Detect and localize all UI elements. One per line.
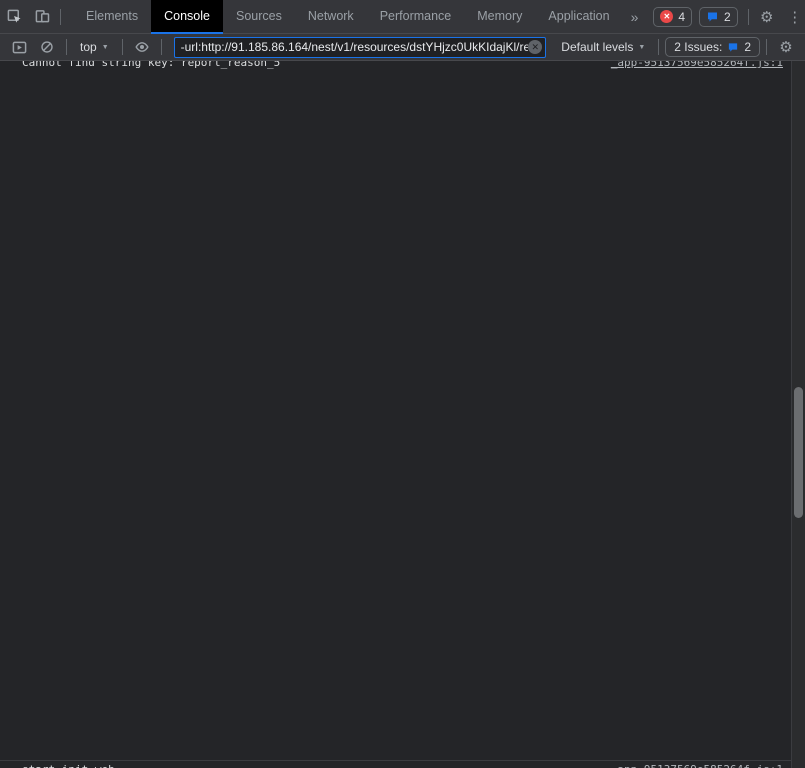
chat-bubble-icon	[708, 12, 718, 21]
chevron-down-icon: ▼	[638, 43, 646, 51]
clear-filter-icon[interactable]: ✕	[528, 40, 543, 54]
inspect-element-button[interactable]	[0, 4, 28, 30]
log-message: Cannot find string key: report_reason_5	[22, 61, 599, 71]
sidebar-panel-icon	[12, 41, 26, 53]
clear-console-button[interactable]	[34, 36, 60, 58]
tab-elements[interactable]: Elements	[73, 0, 151, 34]
context-selector-label: top	[80, 40, 97, 54]
message-count-badge[interactable]: 2	[699, 6, 738, 27]
source-link[interactable]: _app-95137569e585264f.js:1	[611, 762, 783, 768]
tab-memory[interactable]: Memory	[464, 0, 535, 34]
kebab-menu-icon[interactable]: ⋮	[781, 4, 805, 30]
inspect-cursor-icon	[7, 9, 21, 23]
log-message: start init web	[22, 762, 599, 768]
error-count: 4	[678, 9, 686, 24]
scrollbar-track[interactable]	[791, 61, 805, 768]
console-messages: Cannot find string key: report_reason_5 _…	[0, 61, 805, 768]
console-sidebar-toggle-button[interactable]	[6, 36, 32, 58]
divider	[60, 8, 61, 25]
devtools-tabbar: Elements Console Sources Network Performance…	[0, 0, 805, 34]
divider	[766, 39, 767, 55]
tab-network[interactable]: Network	[295, 0, 367, 34]
divider	[66, 39, 67, 55]
devtools-window: Elements Console Sources Network Performance…	[0, 0, 805, 768]
live-expression-button[interactable]	[129, 36, 155, 58]
filter-input-container: ✕	[173, 36, 547, 58]
message-text: start init web	[22, 763, 115, 768]
context-selector[interactable]: top ▼	[73, 40, 116, 54]
eye-icon	[135, 42, 149, 52]
source-link[interactable]: _app-95137569e585264f.js:1	[611, 61, 783, 71]
issues-count: 2	[744, 40, 751, 54]
settings-gear-icon[interactable]: ⚙	[753, 4, 781, 30]
issues-label: 2 Issues:	[674, 40, 723, 54]
device-toolbar-icon	[35, 10, 49, 23]
console-row: start init web _app-95137569e585264f.js:1	[0, 760, 805, 768]
console-filter-input[interactable]	[180, 40, 529, 54]
chat-bubble-icon	[729, 42, 738, 52]
error-count-badge[interactable]: ✕ 4	[653, 6, 693, 27]
log-levels-label: Default levels	[561, 40, 634, 54]
panel-tabs: Elements Console Sources Network Performance…	[73, 0, 623, 34]
divider	[658, 39, 660, 55]
error-icon: ✕	[660, 10, 674, 23]
device-toolbar-button[interactable]	[28, 4, 56, 30]
tab-sources[interactable]: Sources	[223, 0, 295, 34]
console-toolbar: top ▼ ✕ Default levels ▼ 2 Issues: 2 ⚙	[0, 34, 805, 61]
console-settings-gear-icon[interactable]: ⚙	[773, 36, 799, 58]
tab-console[interactable]: Console	[151, 0, 223, 34]
message-text: Cannot find string key: report_reason_5	[22, 61, 281, 69]
console-log[interactable]: Cannot find string key: report_reason_5 _…	[0, 61, 805, 768]
console-row: Cannot find string key: report_reason_5 _…	[0, 61, 805, 760]
issues-button[interactable]: 2 Issues: 2	[665, 37, 760, 57]
divider	[747, 8, 749, 25]
divider	[160, 39, 162, 55]
chevron-down-icon: ▼	[101, 43, 109, 51]
tab-performance[interactable]: Performance	[367, 0, 465, 34]
block-icon	[41, 41, 53, 53]
message-count: 2	[724, 9, 731, 24]
divider	[121, 39, 123, 55]
more-tabs-button[interactable]: »	[623, 9, 647, 25]
scrollbar-thumb[interactable]	[794, 387, 803, 518]
tab-application[interactable]: Application	[535, 0, 622, 34]
log-levels-selector[interactable]: Default levels ▼	[554, 40, 652, 54]
